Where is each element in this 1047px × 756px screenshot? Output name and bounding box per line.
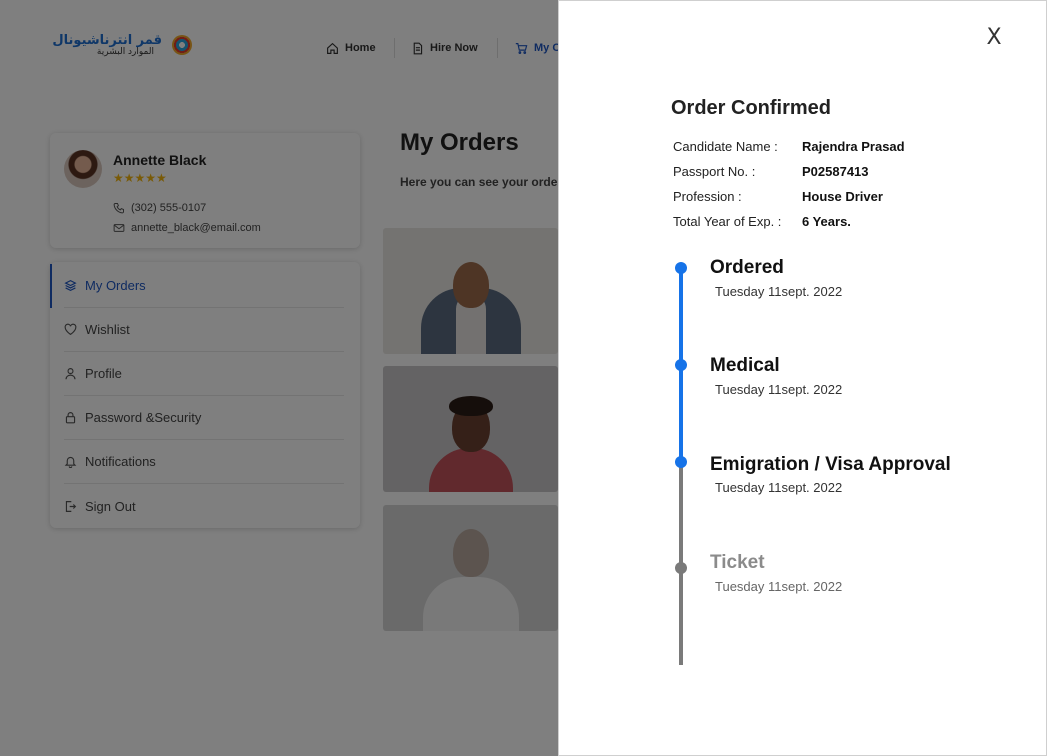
- step-date: Tuesday 11sept. 2022: [715, 284, 843, 299]
- step-date: Tuesday 11sept. 2022: [715, 579, 843, 594]
- detail-label: Profession :: [673, 188, 742, 204]
- detail-value: Rajendra Prasad: [802, 138, 905, 154]
- detail-value: 6 Years.: [802, 213, 851, 229]
- detail-value: House Driver: [802, 188, 883, 204]
- detail-label: Candidate Name :: [673, 138, 778, 154]
- step-date: Tuesday 11sept. 2022: [715, 382, 843, 397]
- step-date: Tuesday 11sept. 2022: [715, 480, 843, 495]
- close-button[interactable]: X: [984, 25, 1004, 50]
- detail-value: P02587413: [802, 163, 869, 179]
- timeline-dot: [675, 262, 687, 274]
- timeline-dot: [675, 359, 687, 371]
- detail-label: Passport No. :: [673, 163, 756, 179]
- detail-label: Total Year of Exp. :: [673, 213, 782, 229]
- timeline-dot: [675, 456, 687, 468]
- detail-row-candidate-name: Candidate Name : Rajendra Prasad: [673, 137, 905, 155]
- detail-row-profession: Profession : House Driver: [673, 187, 883, 205]
- timeline-dot: [675, 562, 687, 574]
- order-details-drawer: X Order Confirmed Candidate Name : Rajen…: [558, 0, 1047, 756]
- step-title-ordered: Ordered: [710, 257, 784, 278]
- step-title-ticket: Ticket: [710, 552, 765, 573]
- detail-row-experience: Total Year of Exp. : 6 Years.: [673, 212, 851, 230]
- modal-overlay[interactable]: [0, 0, 558, 756]
- step-title-medical: Medical: [710, 355, 780, 376]
- detail-row-passport: Passport No. : P02587413: [673, 162, 869, 180]
- step-title-visa: Emigration / Visa Approval: [710, 454, 951, 475]
- drawer-title: Order Confirmed: [671, 97, 832, 119]
